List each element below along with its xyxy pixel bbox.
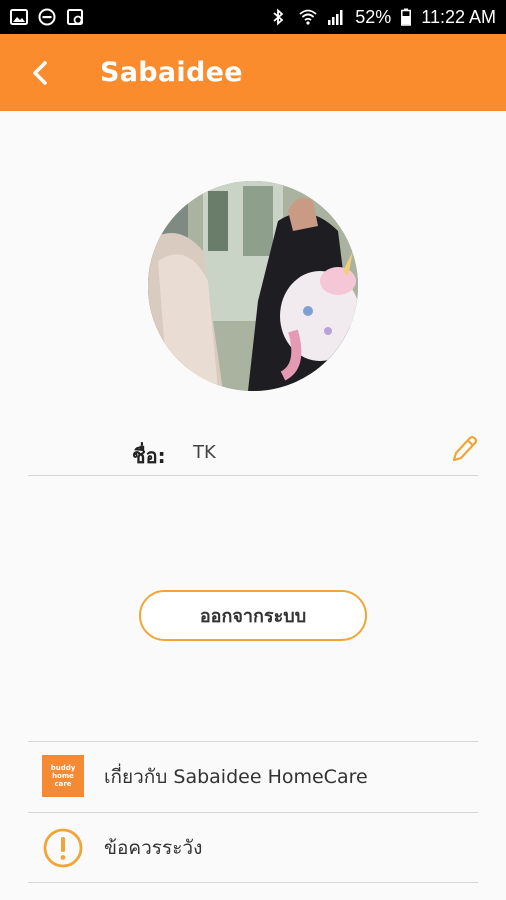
logout-button[interactable]: ออกจากระบบ bbox=[139, 590, 367, 641]
name-row: ชื่อ: TK bbox=[28, 426, 478, 476]
gallery-notification-icon bbox=[10, 8, 28, 26]
logo-text-line: buddy bbox=[50, 763, 76, 772]
menu-item-label: เกี่ยวกับ Sabaidee HomeCare bbox=[104, 765, 368, 788]
edit-name-button[interactable] bbox=[448, 432, 478, 466]
menu-item-label: ข้อควรระวัง bbox=[104, 836, 203, 859]
status-bar-left bbox=[10, 8, 84, 26]
status-bar: 52% 11:22 AM bbox=[0, 0, 506, 34]
warning-icon bbox=[42, 826, 86, 870]
name-value: TK bbox=[193, 442, 216, 463]
do-not-disturb-icon bbox=[38, 8, 56, 26]
avatar-photo bbox=[148, 181, 358, 391]
pencil-icon bbox=[452, 436, 478, 462]
profile-avatar[interactable] bbox=[148, 181, 358, 391]
name-label: ชื่อ: bbox=[132, 444, 166, 468]
menu-item-precautions[interactable]: ข้อควรระวัง bbox=[28, 812, 478, 883]
back-arrow-icon bbox=[33, 60, 47, 85]
back-button[interactable] bbox=[10, 34, 70, 111]
settings-menu: buddy home care เกี่ยวกับ Sabaidee HomeC… bbox=[28, 741, 478, 883]
menu-item-about[interactable]: buddy home care เกี่ยวกับ Sabaidee HomeC… bbox=[28, 741, 478, 812]
app-title: Sabaidee bbox=[100, 57, 243, 88]
signal-icon bbox=[327, 8, 345, 26]
bluetooth-icon bbox=[271, 8, 289, 26]
logo-text-line: care bbox=[54, 779, 72, 788]
wifi-icon bbox=[299, 8, 317, 26]
status-bar-right: 52% 11:22 AM bbox=[271, 7, 496, 28]
clock: 11:22 AM bbox=[421, 6, 496, 27]
battery-icon bbox=[401, 8, 412, 26]
logo-text-line: home bbox=[52, 771, 74, 780]
buddy-homecare-logo-icon: buddy home care bbox=[42, 754, 86, 799]
app-bar: Sabaidee bbox=[0, 34, 506, 111]
battery-percent: 52% bbox=[355, 6, 392, 27]
screenshot-notification-icon bbox=[66, 8, 84, 26]
